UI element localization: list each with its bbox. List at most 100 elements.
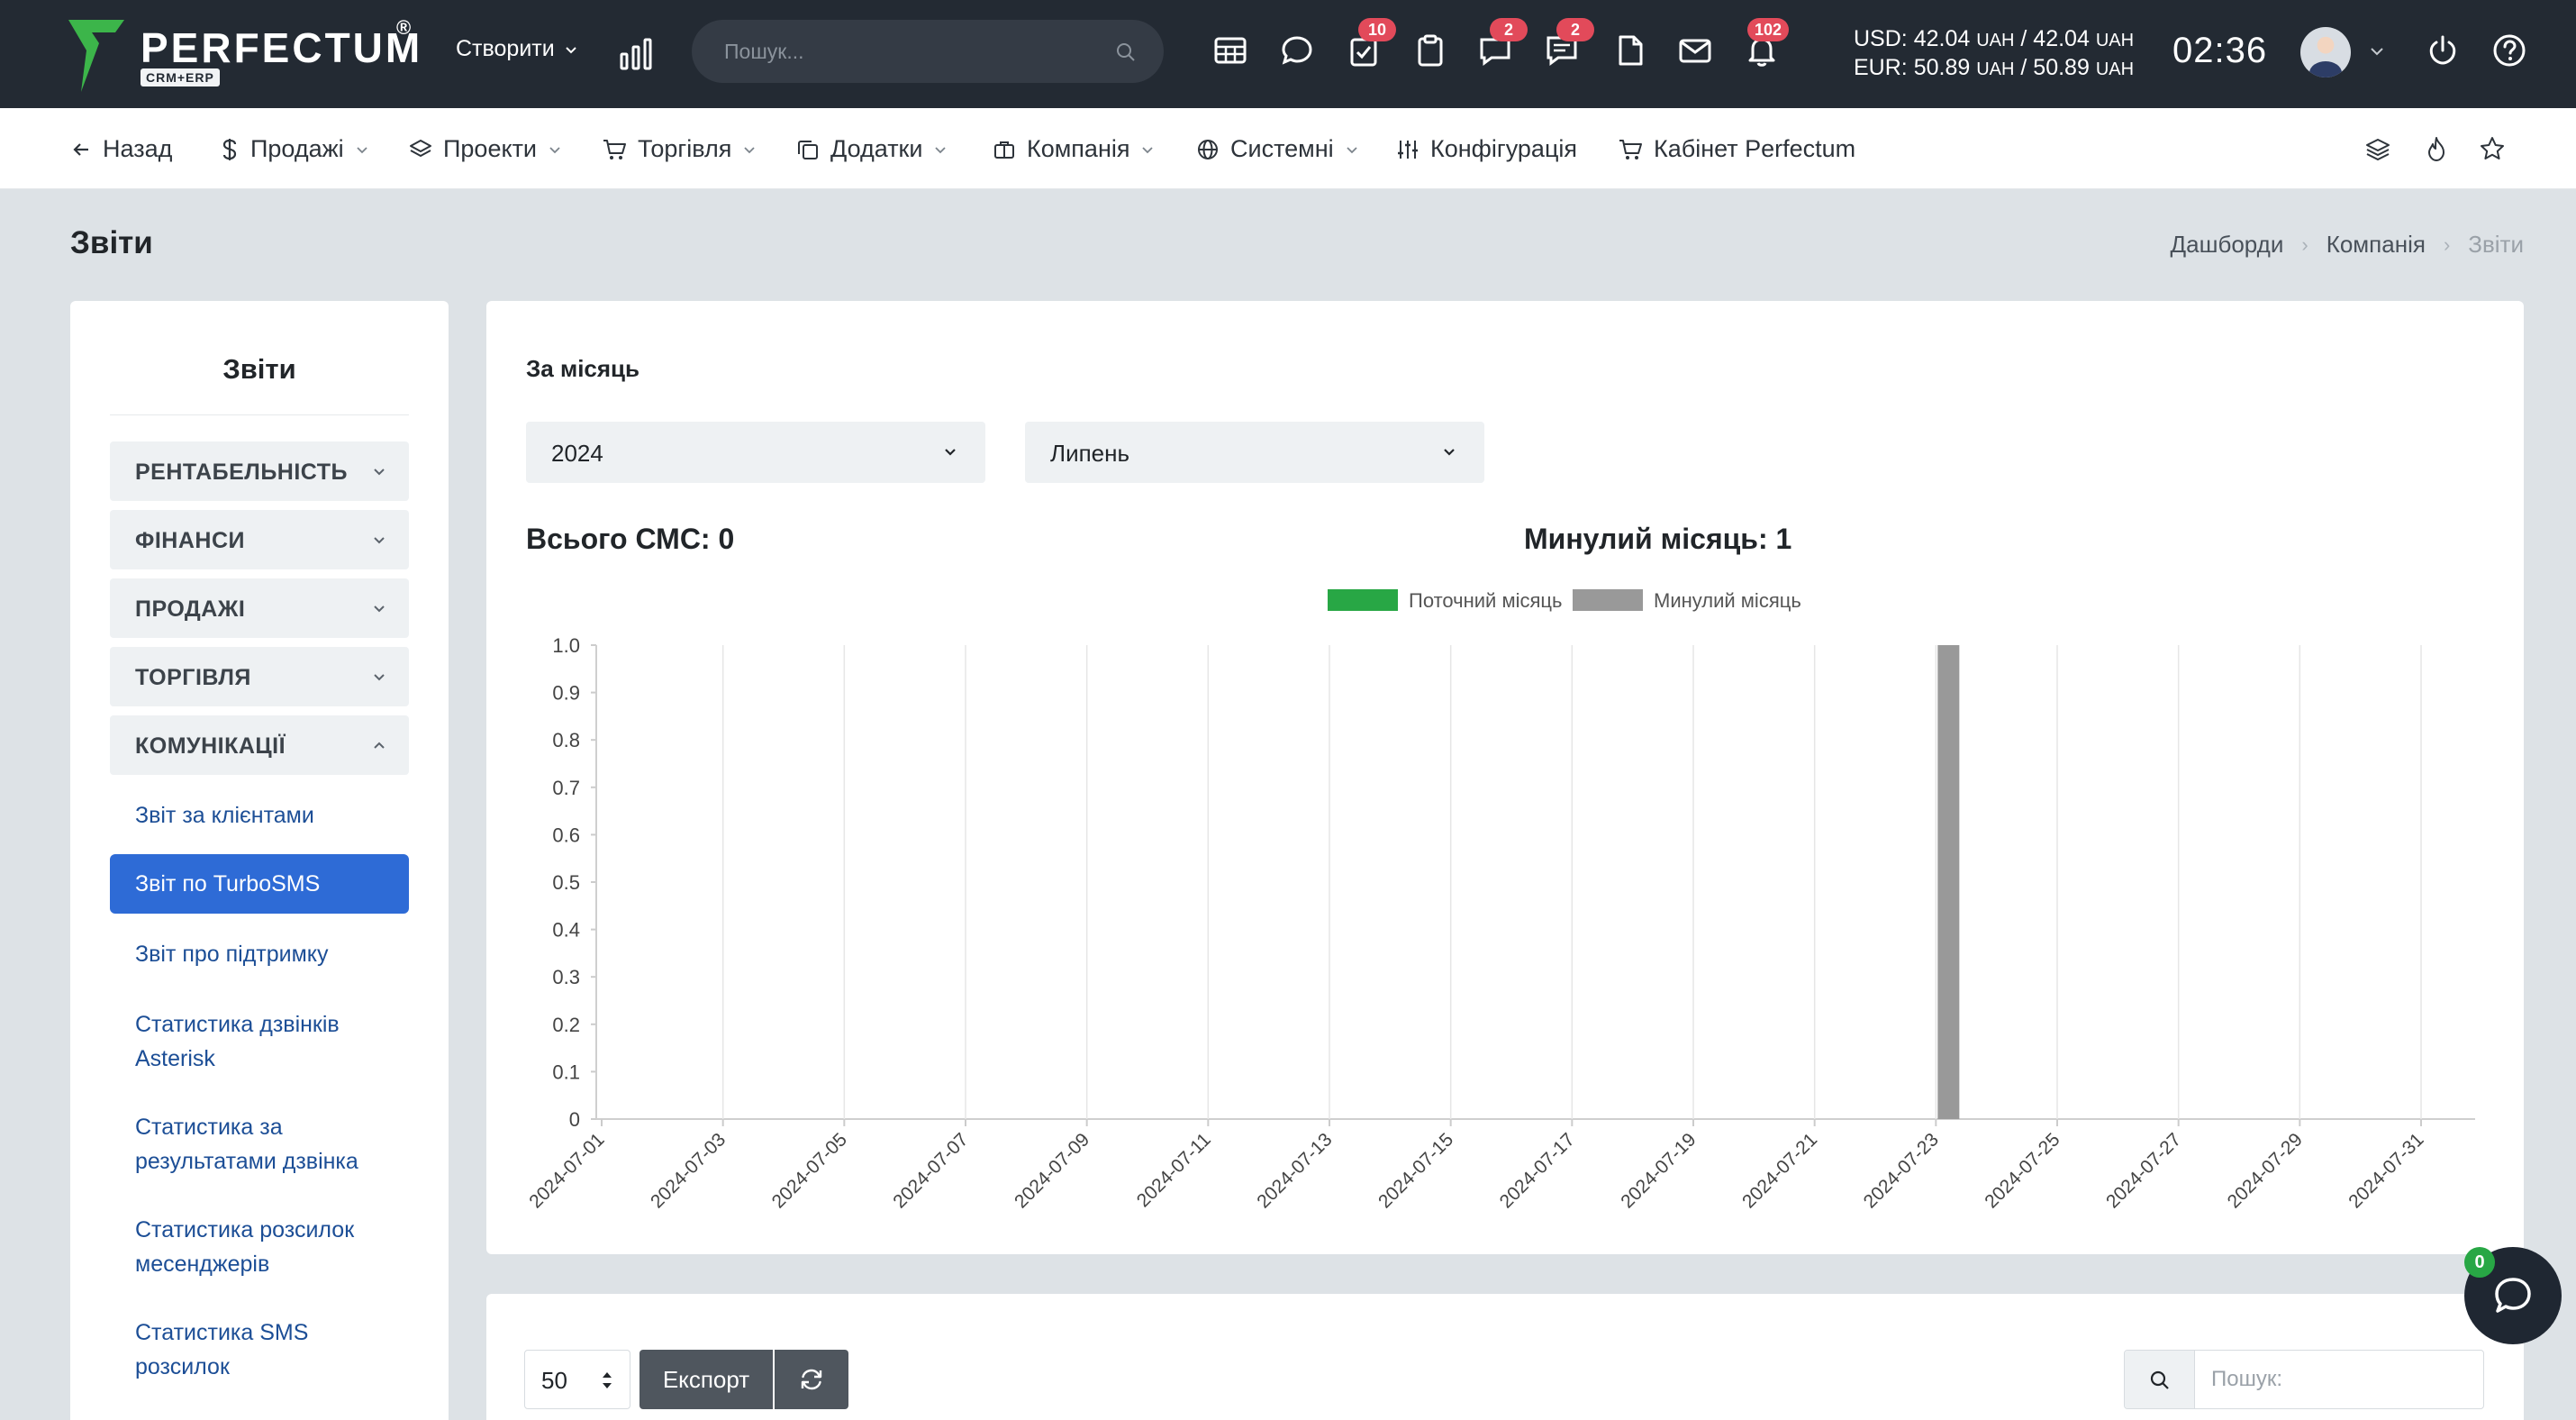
x-tick-label: 2024-07-09 (1011, 1129, 1093, 1212)
main-menu: Назад Продажі Проекти Торгівля Додатки К… (0, 108, 2576, 189)
menu-config[interactable]: Конфігурація (1396, 135, 1577, 163)
chevron-down-icon (374, 605, 385, 613)
sms-bar-chart: Поточний місяць Минулий місяць 1.0 0.9 0.8 0.… (525, 589, 2475, 1212)
menu-projects[interactable]: Проекти (409, 135, 562, 163)
breadcrumb-separator-icon: › (2443, 232, 2451, 256)
sidebar-item-call-results-stats[interactable]: Статистика за результатами дзвінка (135, 1110, 402, 1179)
month-select-value: Липень (1050, 440, 1130, 467)
legend-label: Поточний місяць (1409, 589, 1562, 612)
global-search (692, 20, 1164, 83)
sliders-icon (1398, 140, 1418, 159)
sidebar-group-communications[interactable]: КОМУНІКАЦІЇ (110, 715, 409, 775)
x-tick-label: 2024-07-29 (2224, 1129, 2307, 1212)
y-tick-label: 1.0 (552, 634, 580, 657)
mail-icon[interactable] (1677, 32, 1713, 68)
total-sms-stat: Всього СМС: 0 (526, 523, 735, 555)
sidebar-group-profitability[interactable]: РЕНТАБЕЛЬНІСТЬ (110, 441, 409, 501)
per-page-value: 50 (541, 1367, 567, 1394)
sidebar-item-asterisk-stats[interactable]: Статистика дзвінків Asterisk (135, 1007, 402, 1076)
year-select[interactable]: 2024 (526, 422, 985, 483)
layers-stack-icon[interactable] (2365, 137, 2390, 162)
help-icon[interactable] (2491, 32, 2527, 68)
table-card: 50 Експорт (486, 1294, 2524, 1420)
per-page-select[interactable]: 50 (524, 1350, 630, 1409)
chat-bubble-icon[interactable] (1279, 32, 1315, 68)
sidebar-item-clients-report[interactable]: Звіт за клієнтами (135, 798, 402, 833)
star-icon[interactable] (2479, 135, 2506, 162)
x-tick-label: 2024-07-25 (1981, 1129, 2064, 1212)
clipboard-icon[interactable] (1412, 32, 1448, 68)
y-tick-label: 0.7 (552, 777, 580, 799)
x-tick-label: 2024-07-01 (525, 1129, 608, 1212)
sidebar-item-support-report[interactable]: Звіт про підтримку (135, 937, 402, 971)
x-tick-label: 2024-07-15 (1374, 1129, 1457, 1212)
perfectum-logo[interactable]: PERFECTUM ® CRM+ERP (68, 16, 429, 92)
x-tick-label: 2024-07-27 (2102, 1129, 2185, 1212)
fire-icon[interactable] (2425, 135, 2448, 162)
bar-chart-icon[interactable] (618, 36, 654, 72)
x-tick-label: 2024-07-13 (1253, 1129, 1336, 1212)
chevron-down-icon (1142, 146, 1154, 153)
power-icon[interactable] (2425, 32, 2461, 68)
document-icon[interactable] (1612, 32, 1648, 68)
top-navbar: PERFECTUM ® CRM+ERP Створити 10 2 2 102 (0, 0, 2576, 108)
tasks-button[interactable]: 10 (1346, 18, 1396, 68)
messages-button[interactable]: 2 (1544, 18, 1594, 68)
chat-badge: 2 (1490, 18, 1528, 41)
menu-trade[interactable]: Торгівля (602, 135, 757, 163)
calendar-table-icon[interactable] (1212, 32, 1248, 68)
create-button[interactable]: Створити (456, 36, 578, 62)
y-tick-label: 0.6 (552, 824, 580, 846)
menu-system[interactable]: Системні (1196, 135, 1359, 163)
breadcrumb-company[interactable]: Компанія (2327, 231, 2426, 259)
logo-mark-icon (68, 20, 124, 92)
clock: 02:36 (2172, 31, 2268, 70)
menu-back[interactable]: Назад (70, 135, 172, 163)
sidebar-item-turbosms-report[interactable]: Звіт по TurboSMS (110, 854, 409, 914)
x-tick-label: 2024-07-23 (1860, 1129, 1943, 1212)
chevron-down-icon (1444, 449, 1455, 456)
x-tick-label: 2024-07-11 (1133, 1129, 1215, 1211)
refresh-icon (801, 1369, 822, 1390)
search-icon (2150, 1370, 2169, 1389)
sidebar-group-trade[interactable]: ТОРГІВЛЯ (110, 647, 409, 706)
x-tick-label: 2024-07-31 (2345, 1129, 2427, 1212)
briefcase-icon (994, 141, 1014, 159)
search-icon[interactable] (1115, 41, 1137, 63)
table-search-input[interactable] (2211, 1351, 2472, 1408)
chevron-down-icon (945, 449, 956, 456)
chevron-down-icon (565, 46, 576, 53)
table-search (2124, 1350, 2484, 1409)
sidebar-item-messenger-stats[interactable]: Статистика розсилок месенджерів (135, 1213, 402, 1281)
y-tick-label: 0.4 (552, 919, 580, 942)
chevron-up-icon (374, 742, 385, 749)
menu-sales[interactable]: Продажі (220, 135, 369, 163)
menu-cabinet[interactable]: Кабінет Perfectum (1618, 135, 1855, 163)
table-search-addon (2125, 1351, 2195, 1408)
notifications-button[interactable]: 102 (1744, 18, 1790, 68)
menu-company[interactable]: Компанія (993, 135, 1155, 163)
menu-addons[interactable]: Додатки (796, 135, 948, 163)
legend-label: Минулий місяць (1654, 589, 1801, 612)
refresh-button[interactable] (775, 1350, 848, 1409)
breadcrumb-dashboards[interactable]: Дашборди (2171, 231, 2284, 259)
tasks-badge: 10 (1358, 18, 1396, 41)
sidebar-group-finance[interactable]: ФІНАНСИ (110, 510, 409, 569)
sidebar-item-sms-stats[interactable]: Статистика SMS розсилок (135, 1315, 402, 1384)
breadcrumb-separator-icon: › (2301, 232, 2308, 256)
avatar[interactable] (2300, 27, 2351, 77)
global-search-input[interactable] (724, 20, 1102, 83)
y-tick-label: 0.9 (552, 682, 580, 705)
globe-icon (1198, 139, 1218, 159)
report-heading: За місяць (526, 355, 640, 382)
sidebar-group-sales[interactable]: ПРОДАЖІ (110, 578, 409, 638)
x-tick-label: 2024-07-03 (647, 1129, 730, 1212)
chevron-down-icon[interactable] (2367, 41, 2387, 61)
reports-sidebar: Звіти РЕНТАБЕЛЬНІСТЬ ФІНАНСИ ПРОДАЖІ ТОР… (70, 301, 449, 1420)
month-select[interactable]: Липень (1025, 422, 1484, 483)
chat-notifications-button[interactable]: 2 (1477, 18, 1528, 68)
export-button[interactable]: Експорт (639, 1350, 773, 1409)
y-tick-label: 0.5 (552, 871, 580, 894)
chat-widget-button[interactable]: 0 (2464, 1247, 2562, 1344)
previous-month-stat: Минулий місяць: 1 (1524, 523, 1792, 555)
